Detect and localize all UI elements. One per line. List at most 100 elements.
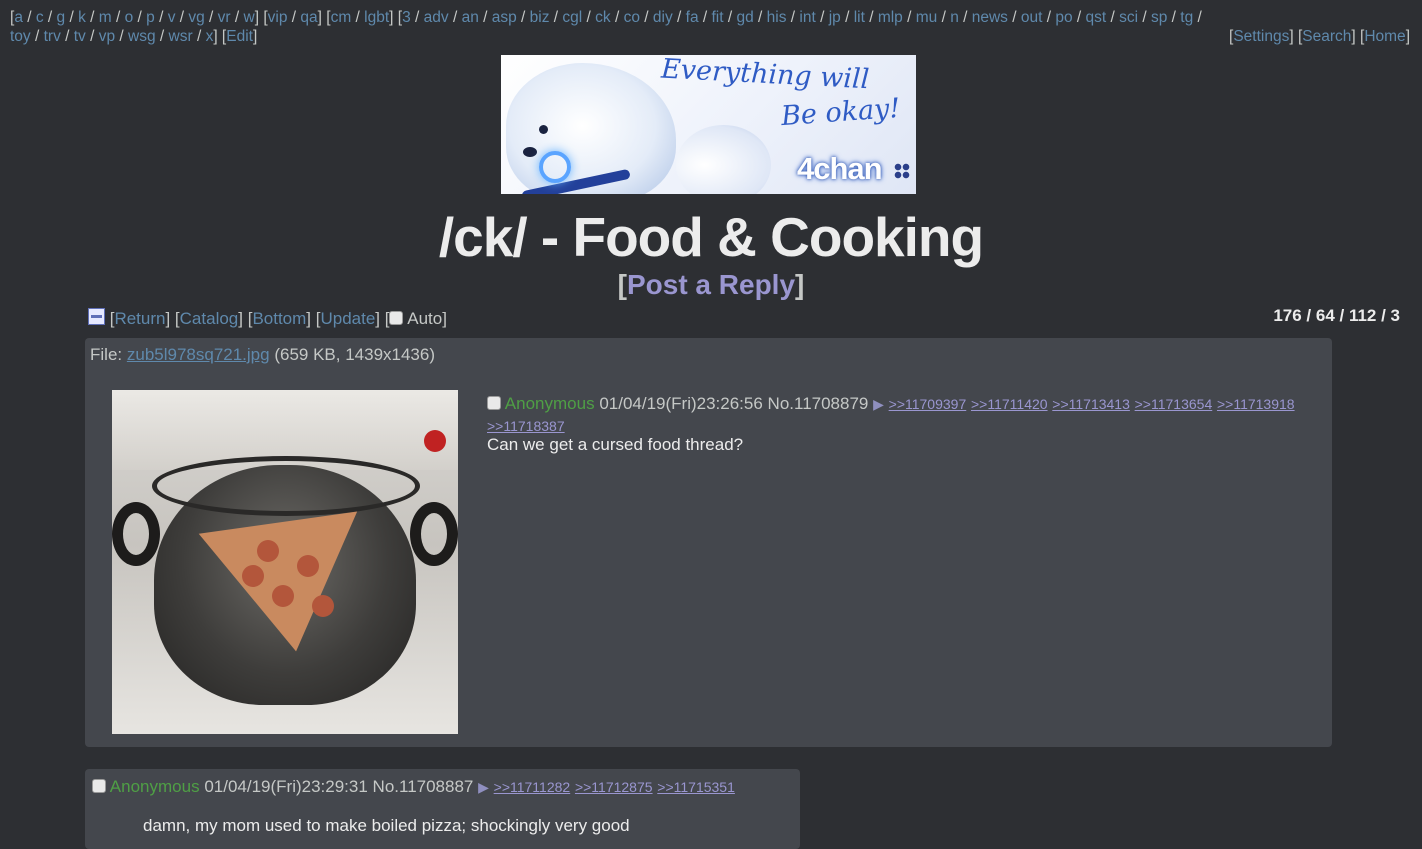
post-number[interactable]: No.11708879 — [768, 394, 869, 413]
board-link-k[interactable]: k — [78, 9, 86, 26]
board-link-out[interactable]: out — [1021, 9, 1043, 26]
board-link-news[interactable]: news — [972, 9, 1008, 26]
banner-text-line-2: Be okay! — [780, 92, 902, 133]
board-link-his[interactable]: his — [767, 9, 787, 26]
quote-link[interactable]: >>11713654 — [1135, 396, 1213, 412]
quote-link[interactable]: >>11712875 — [575, 779, 653, 795]
board-link-cgl[interactable]: cgl — [562, 9, 582, 26]
thread-stats: 176 / 64 / 112 / 3 — [1273, 306, 1400, 325]
settings-link[interactable]: Settings — [1233, 28, 1289, 45]
quote-link[interactable]: >>11718387 — [487, 418, 565, 434]
paw-icon — [894, 163, 910, 179]
board-link-fa[interactable]: fa — [686, 9, 699, 26]
board-link-lgbt[interactable]: lgbt — [364, 9, 389, 26]
board-link-mlp[interactable]: mlp — [878, 9, 903, 26]
board-link-ck[interactable]: ck — [595, 9, 611, 26]
home-link[interactable]: Home — [1364, 28, 1405, 45]
board-link-gd[interactable]: gd — [736, 9, 753, 26]
board-link-c[interactable]: c — [36, 9, 44, 26]
board-link-wsg[interactable]: wsg — [128, 28, 156, 45]
auto-label: Auto — [407, 309, 443, 328]
board-link-int[interactable]: int — [799, 9, 815, 26]
board-link-biz[interactable]: biz — [530, 9, 550, 26]
poster-name: Anonymous — [109, 777, 200, 796]
board-link-vr[interactable]: vr — [218, 9, 231, 26]
post-message: damn, my mom used to make boiled pizza; … — [143, 816, 630, 835]
quote-link[interactable]: >>11709397 — [889, 396, 967, 412]
op-thumbnail[interactable] — [112, 390, 458, 734]
update-link[interactable]: Update — [320, 309, 375, 328]
post-menu-arrow-icon[interactable]: ▶ — [478, 779, 489, 795]
return-link[interactable]: Return — [114, 309, 165, 328]
board-link-vp[interactable]: vp — [99, 28, 115, 45]
post-reply-link[interactable]: Post a Reply — [627, 269, 795, 300]
board-link-g[interactable]: g — [57, 9, 66, 26]
thumbnail-pot-handle — [410, 502, 458, 566]
board-link-tg[interactable]: tg — [1180, 9, 1193, 26]
board-link-asp[interactable]: asp — [492, 9, 517, 26]
board-link-wsr[interactable]: wsr — [169, 28, 193, 45]
post-number[interactable]: No.11708887 — [373, 777, 474, 796]
board-title: /ck/ - Food & Cooking — [438, 206, 984, 268]
board-link-po[interactable]: po — [1055, 9, 1072, 26]
board-link-cm[interactable]: cm — [331, 9, 352, 26]
banner-dog-tag — [539, 151, 571, 183]
quote-link[interactable]: >>11713918 — [1217, 396, 1295, 412]
quote-link[interactable]: >>11711420 — [971, 396, 1048, 412]
board-link-v[interactable]: v — [168, 9, 176, 26]
file-name-link[interactable]: zub5l978sq721.jpg — [127, 345, 270, 364]
board-link-n[interactable]: n — [950, 9, 959, 26]
board-link-fit[interactable]: fit — [712, 9, 724, 26]
board-link-m[interactable]: m — [99, 9, 112, 26]
board-link-lit[interactable]: lit — [854, 9, 865, 26]
quote-link[interactable]: >>11715351 — [657, 779, 735, 795]
post-menu-arrow-icon[interactable]: ▶ — [873, 396, 884, 412]
board-navigation: [a / c / g / k / m / o / p / v / vg / vr… — [10, 8, 1410, 46]
quote-link[interactable]: >>11711282 — [494, 779, 571, 795]
thumbnail-pepperoni — [257, 540, 279, 562]
board-link-co[interactable]: co — [624, 9, 640, 26]
board-link-mu[interactable]: mu — [916, 9, 938, 26]
quote-link[interactable]: >>11713413 — [1052, 396, 1130, 412]
reply-links: >>11711282 >>11712875 >>11715351 — [494, 777, 735, 796]
board-link-a[interactable]: a — [14, 9, 23, 26]
board-link-sci[interactable]: sci — [1119, 9, 1138, 26]
search-link[interactable]: Search — [1302, 28, 1351, 45]
board-link-jp[interactable]: jp — [829, 9, 841, 26]
auto-update-checkbox[interactable] — [389, 311, 404, 325]
bottom-link[interactable]: Bottom — [252, 309, 306, 328]
board-link-trv[interactable]: trv — [44, 28, 61, 45]
board-link-qst[interactable]: qst — [1086, 9, 1107, 26]
board-link-sp[interactable]: sp — [1151, 9, 1167, 26]
board-link-x[interactable]: x — [206, 28, 214, 45]
board-link-w[interactable]: w — [244, 9, 255, 26]
post-checkbox[interactable] — [487, 396, 501, 410]
board-link-tv[interactable]: tv — [74, 28, 86, 45]
thumbnail-pepperoni — [297, 555, 319, 577]
board-link-toy[interactable]: toy — [10, 28, 31, 45]
board-link-3[interactable]: 3 — [402, 9, 411, 26]
catalog-link[interactable]: Catalog — [180, 309, 239, 328]
board-link-vg[interactable]: vg — [188, 9, 204, 26]
op-post: File: zub5l978sq721.jpg (659 KB, 1439x14… — [85, 338, 1332, 747]
thumbnail-pot-handle — [112, 502, 160, 566]
banner-image[interactable]: Everything will Be okay! 4chan — [501, 55, 916, 194]
board-link-an[interactable]: an — [462, 9, 479, 26]
post-message: Can we get a cursed food thread? — [487, 435, 744, 454]
thumbnail-pepperoni — [272, 585, 294, 607]
edit-link[interactable]: Edit — [226, 28, 253, 45]
board-link-adv[interactable]: adv — [424, 9, 449, 26]
board-link-vip[interactable]: vip — [268, 9, 288, 26]
banner-dog-eye — [539, 125, 548, 134]
minimize-icon[interactable] — [88, 308, 105, 325]
file-meta: (659 KB, 1439x1436) — [274, 345, 435, 364]
board-link-qa[interactable]: qa — [300, 9, 317, 26]
board-link-p[interactable]: p — [146, 9, 155, 26]
nav-right-links: [Settings] [Search] [Home] — [1229, 28, 1410, 45]
banner-dog-nose — [523, 147, 537, 157]
board-link-diy[interactable]: diy — [653, 9, 673, 26]
post-checkbox[interactable] — [92, 779, 106, 793]
thumbnail-pot-rim — [152, 456, 420, 516]
board-link-o[interactable]: o — [125, 9, 134, 26]
thumbnail-pepperoni — [312, 595, 334, 617]
